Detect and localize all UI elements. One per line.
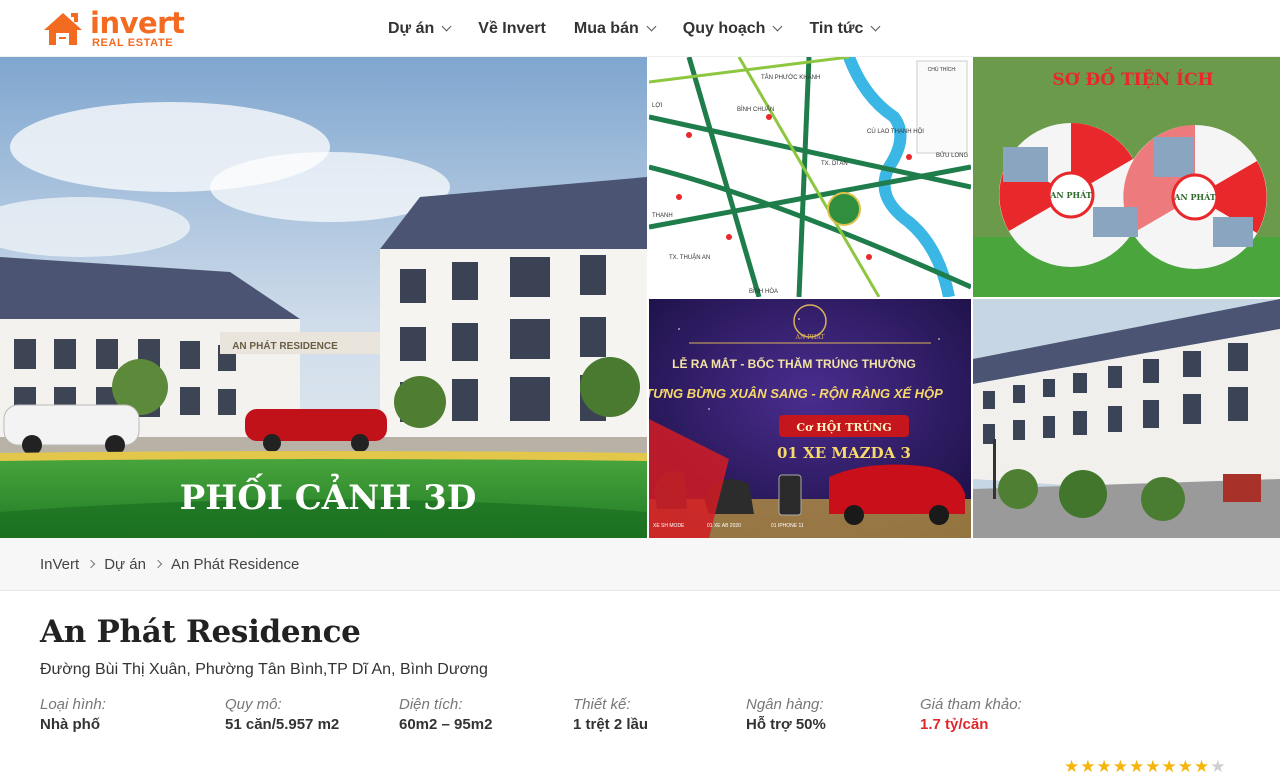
event-small-prize: 01 IPHONE 11 — [771, 523, 804, 529]
event-small-prize: XE SH MODE — [653, 523, 685, 529]
logo-wordmark: invert — [90, 6, 185, 40]
spec-value: Hỗ trợ 50% — [746, 716, 826, 733]
event-ribbon: Cơ HỘI TRÚNG — [796, 419, 891, 434]
chevron-right-icon — [86, 559, 96, 569]
map-place-label: TÂN PHƯỚC KHÁNH — [761, 74, 820, 81]
amenities-title: SƠ ĐỒ TIỆN ÍCH — [1052, 67, 1213, 90]
house-logo-icon — [44, 13, 82, 45]
spec-scale: Quy mô: 51 căn/5.957 m2 — [225, 696, 339, 736]
map-legend-title: CHÚ THÍCH: — [928, 66, 957, 73]
rating-stars[interactable]: ★ ★ ★ ★ ★ ★ ★ ★ ★ ★ — [1064, 758, 1227, 775]
event-small-prize: 01 XE AB 2020 — [707, 523, 741, 529]
map-place-label: LỢI — [652, 103, 662, 109]
map-place-label: TX. DĨ AN — [821, 160, 848, 167]
spec-label: Thiết kế: — [573, 696, 631, 713]
chevron-down-icon — [441, 21, 452, 32]
map-place-label: BỬU LONG — [936, 152, 968, 159]
amenities-seal-right: AN PHÁT — [1173, 192, 1216, 202]
project-gallery: PHỐI CẢNH 3D AN PHÁT RESIDENCE CHÚ THÍCH… — [0, 57, 1280, 538]
star-icon[interactable]: ★ — [1162, 758, 1177, 775]
nav-item-mua-ban[interactable]: Mua bán — [573, 19, 657, 38]
spec-value: 60m2 – 95m2 — [399, 716, 493, 733]
spec-type: Loại hình: Nhà phố — [40, 696, 106, 736]
spec-label: Diện tích: — [399, 696, 463, 713]
amenities-seal-left: AN PHÁT — [1049, 190, 1092, 200]
star-icon[interactable]: ★ — [1080, 758, 1095, 775]
chevron-right-icon — [153, 559, 163, 569]
breadcrumb: InVert Dự án An Phát Residence — [0, 538, 1280, 591]
main-sign-text: AN PHÁT RESIDENCE — [232, 339, 338, 352]
spec-value: 1 trệt 2 lầu — [573, 716, 649, 733]
star-icon[interactable]: ★ — [1129, 758, 1144, 775]
map-place-label: BÌNH HÒA — [749, 288, 778, 295]
map-place-label: THẠNH — [652, 213, 673, 219]
nav-label: Quy hoạch — [682, 19, 766, 37]
main-nav: Dự án Về Invert Mua bán Quy hoạch Tin tứ… — [388, 0, 907, 57]
event-line2: TƯNG BỪNG XUÂN SANG - RỘN RÀNG XẾ HỘP — [649, 386, 943, 401]
map-place-label: CÙ LAO THẠNH HỘI — [867, 128, 924, 135]
spec-bank: Ngân hàng: Hỗ trợ 50% — [746, 696, 826, 736]
event-prize: 01 XE MAZDA 3 — [777, 444, 911, 462]
spec-label: Ngân hàng: — [746, 696, 824, 713]
gallery-image-launch-event[interactable]: AN PHÁT LỄ RA MẮT - BỐC THĂM TRÚNG THƯỞN… — [649, 299, 971, 538]
nav-item-du-an[interactable]: Dự án — [388, 19, 452, 38]
gallery-image-3d-render[interactable]: PHỐI CẢNH 3D AN PHÁT RESIDENCE — [0, 57, 647, 538]
nav-label: Tin tức — [809, 19, 864, 37]
logo-tagline: REAL ESTATE — [92, 37, 174, 49]
site-logo[interactable]: invert REAL ESTATE — [42, 8, 202, 50]
breadcrumb-home-link[interactable]: InVert — [40, 556, 79, 573]
breadcrumb-current: An Phát Residence — [170, 555, 300, 573]
star-icon[interactable]: ★ — [1097, 758, 1112, 775]
gallery-image-location-map[interactable]: CHÚ THÍCH: TÂN PHƯỚC KHÁNH BÌNH CHUẨN TX… — [649, 57, 971, 297]
chevron-down-icon — [772, 21, 783, 32]
breadcrumb-projects-link[interactable]: Dự án — [104, 556, 146, 573]
spec-area: Diện tích: 60m2 – 95m2 — [399, 696, 492, 736]
event-brand: AN PHÁT — [795, 334, 825, 341]
nav-label: Dự án — [388, 19, 435, 37]
chevron-down-icon — [646, 21, 657, 32]
spec-label: Loại hình: — [40, 696, 106, 713]
star-icon[interactable]: ★ — [1194, 758, 1209, 775]
spec-value: 1.7 tỷ/căn — [920, 716, 989, 733]
nav-item-tin-tuc[interactable]: Tin tức — [809, 19, 881, 38]
star-icon[interactable]: ★ — [1113, 758, 1128, 775]
star-icon[interactable]: ★ — [1064, 758, 1079, 775]
spec-price: Giá tham khảo: 1.7 tỷ/căn — [920, 696, 1022, 736]
nav-item-ve-invert[interactable]: Về Invert — [478, 20, 546, 38]
spec-value: 51 căn/5.957 m2 — [225, 716, 340, 733]
nav-item-quy-hoach[interactable]: Quy hoạch — [682, 19, 783, 38]
nav-label: Mua bán — [573, 19, 639, 37]
spec-design: Thiết kế: 1 trệt 2 lầu — [573, 696, 648, 736]
spec-label: Giá tham khảo: — [920, 696, 1022, 713]
star-icon[interactable]: ★ — [1145, 758, 1160, 775]
main-banner-text: PHỐI CẢNH 3D — [180, 473, 477, 518]
star-icon[interactable]: ★ — [1210, 758, 1225, 775]
spec-label: Quy mô: — [225, 696, 282, 713]
project-address: Đường Bùi Thị Xuân, Phường Tân Bình,TP D… — [40, 661, 488, 678]
event-line1: LỄ RA MẮT - BỐC THĂM TRÚNG THƯỞNG — [672, 356, 916, 371]
nav-label: Về Invert — [478, 19, 546, 37]
site-header: invert REAL ESTATE Dự án Về Invert Mua b… — [0, 0, 1280, 57]
chevron-down-icon — [870, 21, 881, 32]
gallery-image-street-view[interactable] — [973, 299, 1280, 538]
spec-value: Nhà phố — [40, 716, 100, 733]
star-icon[interactable]: ★ — [1178, 758, 1193, 775]
gallery-image-amenities[interactable]: SƠ ĐỒ TIỆN ÍCH AN PHÁT AN PHÁT — [973, 57, 1280, 297]
page-title: An Phát Residence — [40, 614, 361, 650]
map-place-label: BÌNH CHUẨN — [737, 106, 774, 113]
map-place-label: TX. THUẬN AN — [669, 254, 710, 261]
